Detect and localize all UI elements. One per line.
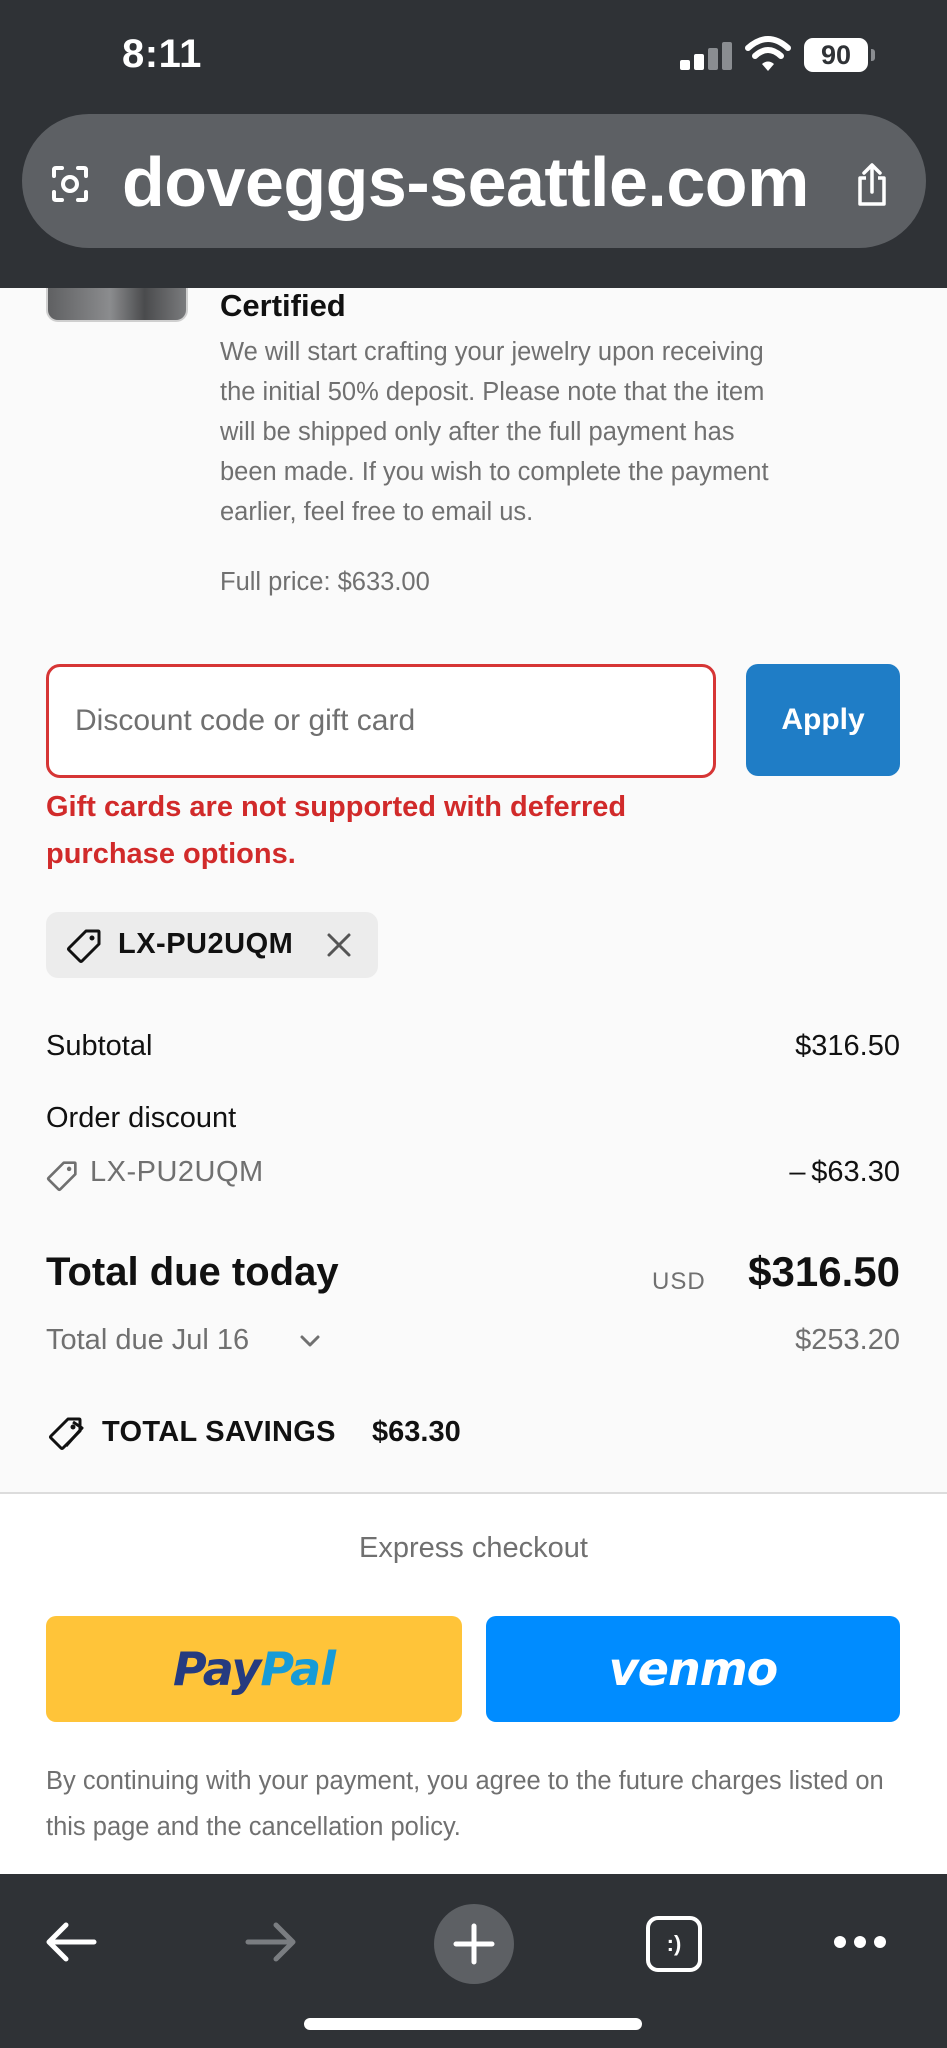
discount-error-message: Gift cards are not supported with deferr… — [46, 791, 627, 870]
venmo-logo: venmo — [608, 1642, 778, 1696]
total-due-today-value: $316.50 — [748, 1248, 900, 1295]
browser-bottom-toolbar: :) — [0, 1874, 947, 2048]
share-icon[interactable] — [852, 162, 892, 208]
subtotal-label: Subtotal — [46, 1030, 153, 1062]
applied-code-text: LX-PU2UQM — [118, 928, 294, 960]
chevron-down-icon[interactable] — [298, 1332, 322, 1350]
paypal-logo: PayPal — [173, 1642, 336, 1696]
currency-code: USD — [652, 1268, 706, 1295]
subtotal-value: $316.50 — [795, 1030, 900, 1062]
tag-icon — [46, 1161, 77, 1192]
applied-code-chip: LX-PU2UQM — [46, 912, 378, 978]
back-arrow-icon[interactable] — [44, 1920, 98, 1964]
order-discount-label: Order discount — [46, 1102, 237, 1134]
total-savings-label: TOTAL SAVINGS — [102, 1416, 336, 1448]
order-discount-code-text: LX-PU2UQM — [90, 1156, 264, 1188]
total-savings-value: $63.30 — [372, 1416, 461, 1448]
lens-icon[interactable] — [50, 164, 90, 204]
product-certified-label: Certified — [220, 288, 346, 323]
total-due-today-label: Total due today — [46, 1250, 339, 1294]
total-due-later-value: $253.20 — [795, 1324, 900, 1356]
payment-legal-text: By continuing with your payment, you agr… — [46, 1767, 884, 1841]
checkout-content: Certified We will start crafting your je… — [0, 288, 947, 1874]
total-due-later-label[interactable]: Total due Jul 16 — [46, 1324, 249, 1357]
order-discount-value: – $63.30 — [789, 1156, 900, 1188]
product-thumbnail — [46, 288, 188, 322]
discount-input[interactable] — [49, 667, 713, 775]
discount-field[interactable] — [46, 664, 716, 778]
savings-tag-icon — [49, 1417, 84, 1450]
close-icon[interactable] — [324, 930, 354, 960]
tag-icon — [67, 929, 101, 963]
wifi-icon — [745, 36, 791, 71]
address-bar[interactable]: doveggs-seattle.com — [22, 114, 926, 248]
new-tab-button[interactable] — [434, 1904, 514, 1984]
paypal-button[interactable]: PayPal — [46, 1616, 462, 1722]
browser-top-bar: 8:11 90 doveggs-seattle.com — [0, 0, 947, 288]
full-price: Full price: $633.00 — [220, 568, 430, 596]
battery-indicator: 90 — [804, 38, 875, 72]
home-indicator — [304, 2018, 642, 2030]
forward-arrow-icon[interactable] — [244, 1920, 298, 1964]
url-text[interactable]: doveggs-seattle.com — [122, 142, 809, 222]
express-checkout-title: Express checkout — [359, 1532, 588, 1564]
more-icon[interactable] — [832, 1932, 888, 1952]
venmo-button[interactable]: venmo — [486, 1616, 900, 1722]
plus-icon — [453, 1923, 495, 1965]
deposit-description: We will start crafting your jewelry upon… — [220, 338, 769, 526]
apply-button[interactable]: Apply — [746, 664, 900, 776]
express-checkout-section: Express checkout PayPal venmo By continu… — [0, 1492, 947, 1874]
status-time: 8:11 — [122, 32, 202, 76]
tabs-button[interactable]: :) — [646, 1916, 702, 1972]
signal-icon — [680, 40, 732, 70]
